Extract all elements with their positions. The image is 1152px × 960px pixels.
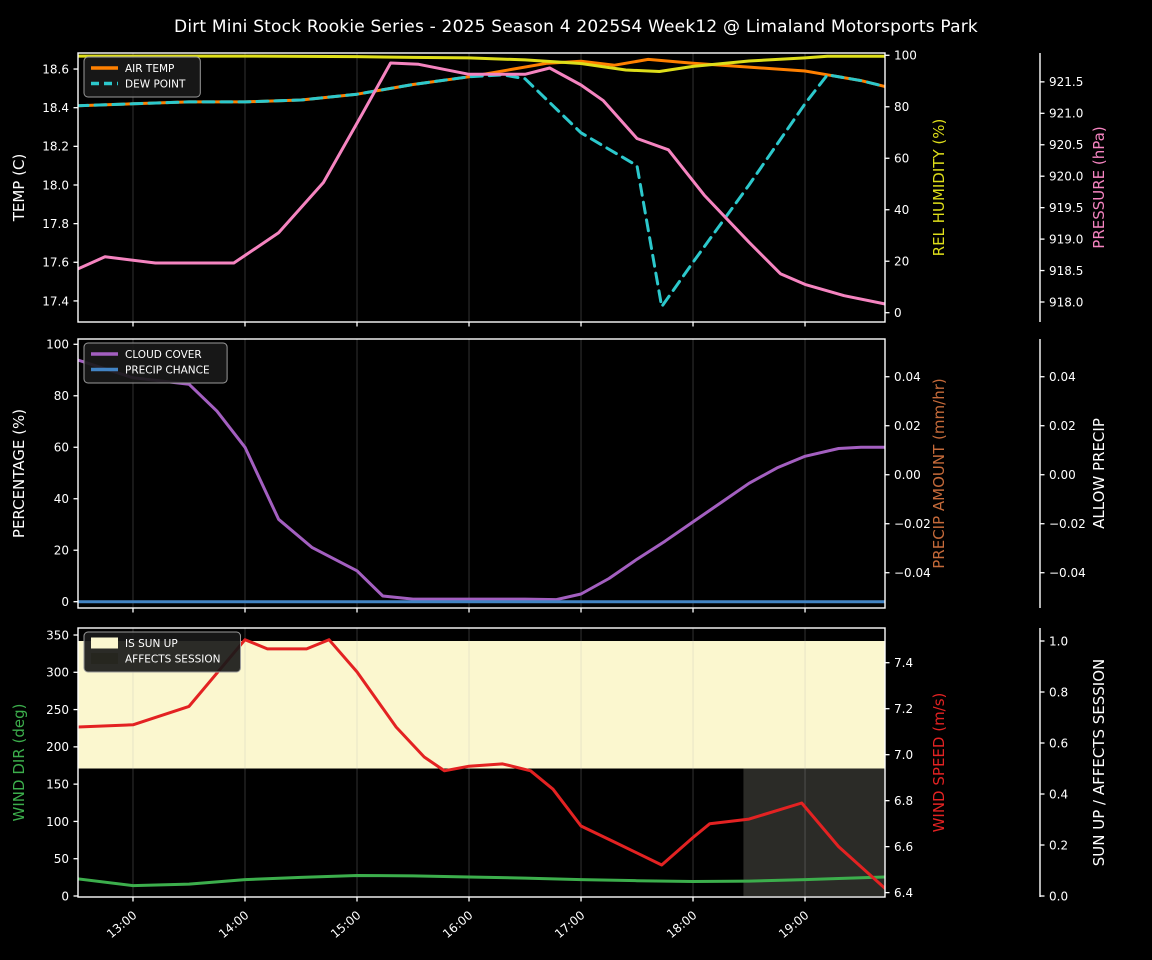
y-tick-label: 100 xyxy=(894,49,917,63)
y-tick-label: 0.00 xyxy=(894,468,921,482)
y-tick-label: 921.0 xyxy=(1049,107,1083,121)
y-tick-label: 0.04 xyxy=(894,370,921,384)
y-tick-label: 918.0 xyxy=(1049,295,1083,309)
legend-label: PRECIP CHANCE xyxy=(125,364,210,376)
legend-label: IS SUN UP xyxy=(125,638,178,650)
y-tick-label: 80 xyxy=(54,389,69,403)
legend-label: AIR TEMP xyxy=(125,63,174,75)
y-tick-label: 300 xyxy=(46,666,69,680)
y-tick-label: 17.6 xyxy=(42,256,69,270)
subplot-cloud-precip: 0 20 40 60 80 100 0.04 0.02 0.00 −0.02 −0.04 0.04 0.… xyxy=(10,338,1108,613)
y-tick-label: 0.4 xyxy=(1049,787,1068,801)
y-tick-label: 250 xyxy=(46,703,69,717)
y-tick-label: 20 xyxy=(894,255,909,269)
y-tick-label: 7.4 xyxy=(894,656,913,670)
y-tick-label: 0.6 xyxy=(1049,736,1068,750)
y-tick-label: 0.02 xyxy=(1049,419,1076,433)
y-tick-label: 6.8 xyxy=(894,794,913,808)
y-tick-label: 0.02 xyxy=(894,419,921,433)
x-tick-label: 16:00 xyxy=(440,908,475,941)
y-tick-label: 18.0 xyxy=(42,178,69,192)
y-tick-label: 17.8 xyxy=(42,217,69,231)
weather-forecast-figure: Dirt Mini Stock Rookie Series - 2025 Sea… xyxy=(0,0,1152,960)
axis-label: TEMP (C) xyxy=(10,154,28,223)
y-tick-label: 1.0 xyxy=(1049,634,1068,648)
y-tick-label: 0 xyxy=(61,889,69,903)
y-tick-label: 6.4 xyxy=(894,886,913,900)
legend-label: DEW POINT xyxy=(125,78,186,90)
y-tick-label: −0.02 xyxy=(1049,517,1086,531)
axis-label: WIND SPEED (m/s) xyxy=(930,693,948,833)
y-tick-label: 150 xyxy=(46,777,69,791)
x-tick-label: 18:00 xyxy=(664,908,699,941)
series-dew-point xyxy=(78,73,885,309)
y-tick-label: 7.2 xyxy=(894,702,913,716)
subplot-wind-sun: 0 50 100 150 200 250 300 350 6.4 6.6 6.8 7.0 7.2 7.4 0… xyxy=(10,627,1108,903)
y-tick-label: 40 xyxy=(54,492,69,506)
y-tick-label: 40 xyxy=(894,203,909,217)
chart-title: Dirt Mini Stock Rookie Series - 2025 Sea… xyxy=(174,17,978,37)
y-tick-label: 7.0 xyxy=(894,748,913,762)
y-tick-label: 18.6 xyxy=(42,62,69,76)
y-tick-label: 920.0 xyxy=(1049,170,1083,184)
legend: CLOUD COVER PRECIP CHANCE xyxy=(83,342,228,384)
axis-label: ALLOW PRECIP xyxy=(1090,418,1108,529)
legend: IS SUN UP AFFECTS SESSION xyxy=(83,631,241,673)
axis-label: PERCENTAGE (%) xyxy=(10,409,28,538)
y-tick-label: 919.0 xyxy=(1049,232,1083,246)
y-tick-label: 60 xyxy=(894,152,909,166)
axis-label: WIND DIR (deg) xyxy=(10,704,28,822)
y-tick-label: 919.5 xyxy=(1049,201,1083,215)
y-tick-label: 60 xyxy=(54,441,69,455)
y-tick-label: 350 xyxy=(46,628,69,642)
y-tick-label: 0.8 xyxy=(1049,685,1068,699)
x-tick-label: 14:00 xyxy=(216,908,251,941)
y-tick-label: 100 xyxy=(46,815,69,829)
legend-swatch xyxy=(91,637,118,649)
y-tick-label: 200 xyxy=(46,740,69,754)
y-tick-label: 0.00 xyxy=(1049,468,1076,482)
y-tick-label: −0.04 xyxy=(1049,566,1086,580)
y-tick-label: 17.4 xyxy=(42,294,69,308)
y-tick-label: 0 xyxy=(894,306,902,320)
axis-label: PRECIP AMOUNT (mm/hr) xyxy=(930,378,948,568)
axis-label: PRESSURE (hPa) xyxy=(1090,126,1108,248)
x-tick-label: 13:00 xyxy=(104,908,139,941)
y-tick-label: 80 xyxy=(894,100,909,114)
y-tick-label: 920.5 xyxy=(1049,138,1083,152)
series-cloud-cover xyxy=(78,358,885,602)
y-tick-label: 20 xyxy=(54,544,69,558)
legend: AIR TEMP DEW POINT xyxy=(83,56,201,98)
x-tick-label: 17:00 xyxy=(552,908,587,941)
y-tick-label: 6.6 xyxy=(894,840,913,854)
weather-chart-canvas: 17.4 17.6 17.8 18.0 18.2 18.4 18.6 0 20 40 60 80 100… xyxy=(10,49,1108,941)
legend-label: CLOUD COVER xyxy=(125,349,202,361)
y-tick-label: 18.4 xyxy=(42,101,69,115)
subplot-temperature-humidity-pressure: 17.4 17.6 17.8 18.0 18.2 18.4 18.6 0 20 40 60 80 100… xyxy=(10,49,1108,327)
series-pressure xyxy=(78,61,885,306)
y-tick-label: 18.2 xyxy=(42,140,69,154)
x-tick-label: 19:00 xyxy=(776,908,811,941)
x-tick-label: 15:00 xyxy=(328,908,363,941)
y-tick-label: 918.5 xyxy=(1049,264,1083,278)
y-tick-label: 0.04 xyxy=(1049,370,1076,384)
legend-label: AFFECTS SESSION xyxy=(125,653,221,665)
y-tick-label: 921.5 xyxy=(1049,75,1083,89)
y-tick-label: −0.04 xyxy=(894,566,931,580)
y-tick-label: 100 xyxy=(46,338,69,352)
y-tick-label: −0.02 xyxy=(894,517,931,531)
y-tick-label: 0 xyxy=(61,595,69,609)
y-tick-label: 50 xyxy=(54,852,69,866)
y-tick-label: 0.0 xyxy=(1049,889,1068,903)
axis-label: SUN UP / AFFECTS SESSION xyxy=(1090,659,1108,867)
axis-label: REL HUMIDITY (%) xyxy=(930,119,948,257)
y-tick-label: 0.2 xyxy=(1049,838,1068,852)
legend-swatch xyxy=(91,653,118,664)
